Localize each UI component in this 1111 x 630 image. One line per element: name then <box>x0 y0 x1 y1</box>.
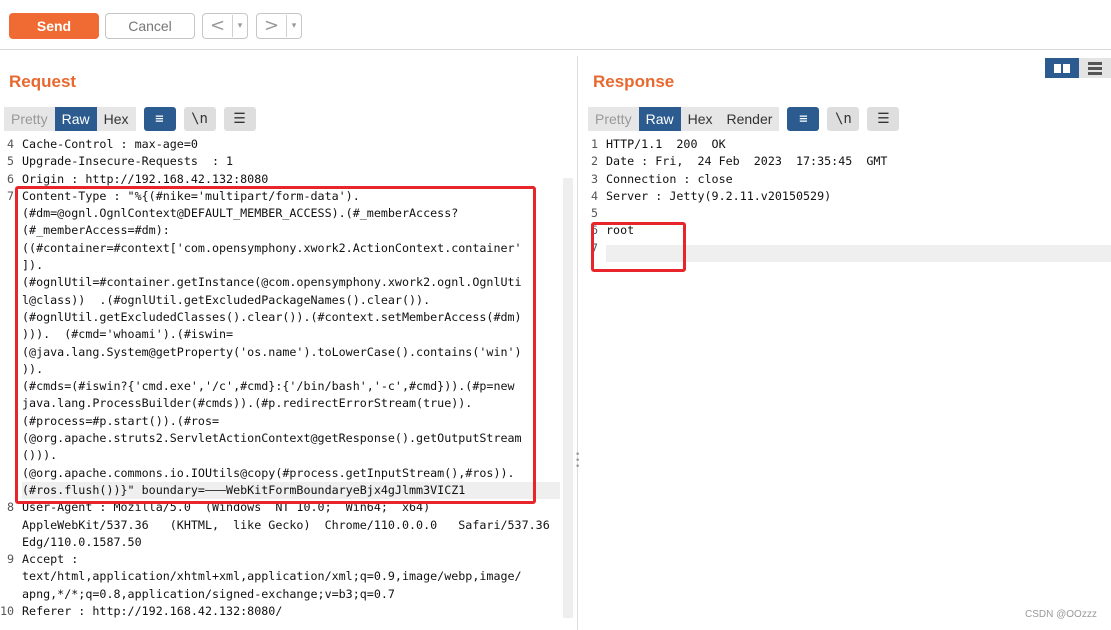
line-number: 4 <box>590 188 598 203</box>
code-line: text/html,application/xhtml+xml,applicat… <box>22 569 522 584</box>
newline-icon: \n <box>191 111 208 127</box>
wrap-icon: ≡ <box>155 111 164 127</box>
request-tabbar: Pretty Raw Hex ≡ \n ☰ <box>4 107 256 131</box>
top-toolbar: Send Cancel < ▾ > ▾ <box>0 0 1111 50</box>
request-tab-pretty[interactable]: Pretty <box>4 107 55 131</box>
code-line: Connection : close <box>606 171 733 186</box>
line-number: ​ <box>0 568 17 585</box>
send-button[interactable]: Send <box>9 13 99 39</box>
request-menu-button[interactable]: ☰ <box>223 107 256 131</box>
response-wrap-lines-button[interactable]: ≡ <box>787 107 820 131</box>
menu-icon: ☰ <box>877 111 890 127</box>
line-number: ​ <box>0 586 17 603</box>
history-forward-button[interactable]: > ▾ <box>256 13 302 39</box>
menu-icon: ☰ <box>233 111 246 127</box>
highlight-box-result <box>591 222 686 272</box>
response-tab-pretty[interactable]: Pretty <box>588 107 639 131</box>
chevron-down-icon[interactable]: ▾ <box>287 21 301 31</box>
request-scrollbar[interactable] <box>563 178 573 618</box>
layout-columns-button[interactable] <box>1045 58 1079 78</box>
cancel-button[interactable]: Cancel <box>105 13 195 39</box>
line-number: 3 <box>590 171 598 186</box>
code-line: ​ <box>606 205 887 222</box>
chevron-left-icon: < <box>203 15 233 37</box>
drag-handle-icon[interactable]: • • • <box>575 451 580 472</box>
response-editor[interactable]: 1234567 HTTP/1.1 200 OK Date : Fri, 24 Fe… <box>584 136 1111 630</box>
response-tab-render[interactable]: Render <box>719 107 780 131</box>
line-number: 10 <box>0 604 15 619</box>
code-line: Cache-Control : max-age=0 <box>22 137 198 151</box>
response-tab-raw[interactable]: Raw <box>638 107 681 131</box>
rows-icon <box>1088 61 1102 75</box>
request-title: Request <box>9 72 77 91</box>
code-line: Edg/110.0.1587.50 <box>22 534 142 549</box>
response-tabbar: Pretty Raw Hex Render ≡ \n ☰ <box>588 107 900 131</box>
response-tab-hex[interactable]: Hex <box>680 107 720 131</box>
chevron-right-icon: > <box>257 15 287 37</box>
request-tab-raw[interactable]: Raw <box>54 107 97 131</box>
line-number: ​ <box>0 517 17 534</box>
line-number: 9 <box>6 552 14 567</box>
line-number: 5 <box>6 154 14 169</box>
code-line: Accept : <box>22 552 79 567</box>
code-line: AppleWebKit/537.36 (KHTML, like Gecko) C… <box>22 517 550 532</box>
watermark: CSDN @OOzzz <box>1025 609 1097 620</box>
wrap-lines-button[interactable]: ≡ <box>143 107 176 131</box>
line-number: 4 <box>6 137 14 151</box>
response-show-newlines-button[interactable]: \n <box>827 107 860 131</box>
show-newlines-button[interactable]: \n <box>183 107 216 131</box>
pane-divider[interactable] <box>577 56 578 630</box>
line-number: ​ <box>0 534 17 551</box>
columns-icon <box>1054 63 1070 73</box>
layout-rows-button[interactable] <box>1079 58 1111 78</box>
line-number: 1 <box>590 137 598 151</box>
line-number: 6 <box>6 171 14 186</box>
code-line: HTTP/1.1 200 OK <box>606 137 726 151</box>
history-back-button[interactable]: < ▾ <box>202 13 248 39</box>
newline-icon: \n <box>834 111 852 127</box>
code-line: Date : Fri, 24 Feb 2023 17:35:45 GMT <box>606 154 888 169</box>
response-menu-button[interactable]: ☰ <box>867 107 900 131</box>
code-line: Server : Jetty(9.2.11.v20150529) <box>606 188 832 203</box>
code-line: Upgrade-Insecure-Requests : 1 <box>22 154 234 169</box>
layout-toggle <box>1045 58 1111 78</box>
code-line: Referer : http://192.168.42.132:8080/ <box>22 604 283 619</box>
code-line: apng,*/*;q=0.8,application/signed-exchan… <box>22 586 395 601</box>
response-title: Response <box>593 72 675 91</box>
chevron-down-icon[interactable]: ▾ <box>233 21 247 31</box>
line-number: 2 <box>590 154 598 169</box>
wrap-icon: ≡ <box>799 111 808 127</box>
line-number: 5 <box>590 206 598 221</box>
highlight-box-payload <box>15 186 536 504</box>
request-tab-hex[interactable]: Hex <box>96 107 136 131</box>
